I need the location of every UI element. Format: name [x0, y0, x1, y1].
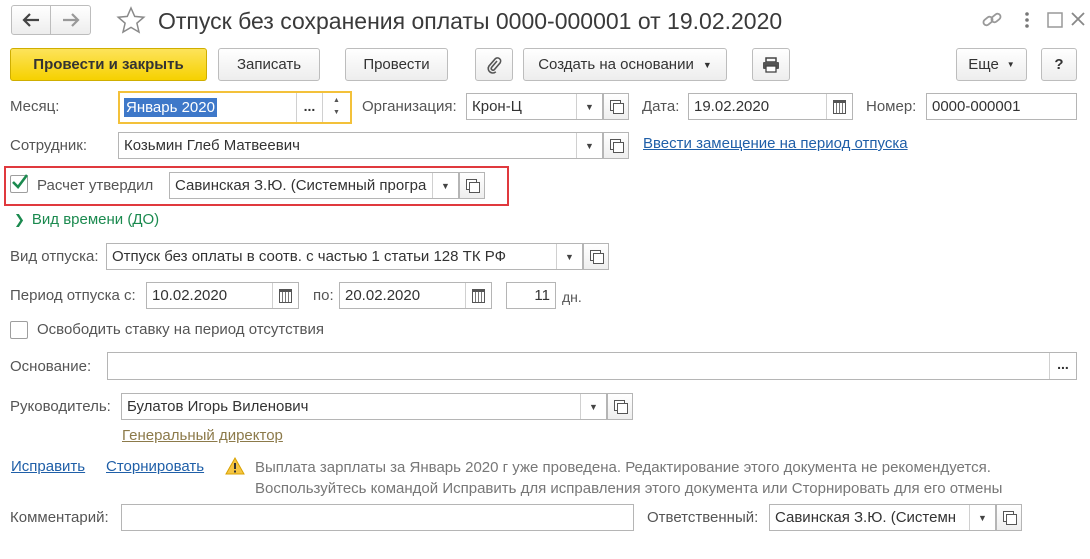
date-value: 19.02.2020: [694, 98, 770, 115]
date-label: Дата:: [642, 98, 680, 115]
approved-by-value: Савинская З.Ю. (Системный програ: [175, 177, 427, 194]
warning-line-2: Воспользуйтесь командой Исправить для ис…: [255, 480, 1003, 497]
date-field[interactable]: 19.02.2020: [688, 93, 853, 120]
chevron-down-icon: ▼: [702, 59, 712, 70]
responsible-open-button[interactable]: [996, 504, 1022, 531]
number-field[interactable]: 0000-000001: [926, 93, 1077, 120]
warning-line-1: Выплата зарплаты за Январь 2020 г уже пр…: [255, 459, 991, 476]
days-value: 11: [534, 287, 550, 304]
month-select-button[interactable]: ...: [296, 93, 322, 122]
chevron-right-icon: ❯: [14, 212, 25, 227]
chevron-down-icon[interactable]: ▼: [969, 505, 995, 530]
release-rate-checkbox[interactable]: [10, 321, 28, 339]
favorite-star-icon[interactable]: [116, 6, 146, 38]
help-button[interactable]: ?: [1041, 48, 1077, 81]
time-type-label: Вид времени (ДО): [31, 211, 160, 228]
approved-checkbox[interactable]: [10, 174, 29, 193]
organization-value: Крон-Ц: [472, 98, 522, 115]
warning-icon: [225, 456, 245, 479]
period-to-label: по:: [313, 287, 334, 304]
post-button[interactable]: Провести: [345, 48, 448, 81]
comment-field[interactable]: [121, 504, 634, 531]
period-from-field[interactable]: 10.02.2020: [146, 282, 299, 309]
month-field[interactable]: Январь 2020 ... ▲ ▼: [118, 91, 352, 124]
arrow-right-icon: [62, 13, 80, 27]
leave-type-label: Вид отпуска:: [10, 248, 99, 265]
period-from-value: 10.02.2020: [152, 287, 228, 304]
create-based-on-label: Создать на основании: [538, 56, 694, 73]
month-spinner[interactable]: ▲ ▼: [322, 93, 350, 122]
calendar-icon[interactable]: [465, 283, 491, 308]
approved-by-field[interactable]: Савинская З.Ю. (Системный програ ▼: [169, 172, 459, 199]
maximize-icon[interactable]: [1047, 12, 1063, 32]
employee-label: Сотрудник:: [10, 137, 88, 154]
comment-label: Комментарий:: [10, 509, 109, 526]
arrow-left-icon: [22, 13, 39, 27]
spinner-up-icon[interactable]: ▲: [323, 95, 350, 107]
spinner-down-icon[interactable]: ▼: [323, 107, 350, 119]
post-and-close-button[interactable]: Провести и закрыть: [10, 48, 207, 81]
organization-label: Организация:: [362, 98, 457, 115]
responsible-value: Савинская З.Ю. (Системн: [775, 509, 957, 526]
employee-field[interactable]: Козьмин Глеб Матвеевич ▼: [118, 132, 603, 159]
month-value[interactable]: Январь 2020: [124, 98, 217, 117]
more-label: Еще: [968, 56, 999, 73]
chevron-down-icon[interactable]: ▼: [576, 133, 602, 158]
print-button[interactable]: [752, 48, 790, 81]
days-field[interactable]: 11: [506, 282, 556, 309]
organization-field[interactable]: Крон-Ц ▼: [466, 93, 603, 120]
calendar-icon[interactable]: [272, 283, 298, 308]
reverse-link[interactable]: Сторнировать: [106, 457, 204, 477]
back-button[interactable]: [11, 5, 51, 35]
chevron-down-icon[interactable]: ▼: [580, 394, 606, 419]
period-to-value: 20.02.2020: [345, 287, 421, 304]
time-type-group-toggle[interactable]: ❯ Вид времени (ДО): [14, 210, 159, 230]
month-label: Месяц:: [10, 98, 60, 115]
manager-value: Булатов Игорь Виленович: [127, 398, 309, 415]
period-to-field[interactable]: 20.02.2020: [339, 282, 492, 309]
attach-button[interactable]: [475, 48, 513, 81]
basis-label: Основание:: [10, 358, 92, 375]
release-rate-label: Освободить ставку на период отсутствия: [37, 321, 324, 338]
number-label: Номер:: [866, 98, 917, 115]
leave-type-open-button[interactable]: [583, 243, 609, 270]
period-label: Период отпуска с:: [10, 287, 136, 304]
fix-link[interactable]: Исправить: [11, 457, 85, 477]
calendar-icon[interactable]: [826, 94, 852, 119]
page-title: Отпуск без сохранения оплаты 0000-000001…: [158, 8, 783, 34]
forward-button[interactable]: [50, 5, 91, 35]
checkmark-icon: [12, 174, 29, 189]
chevron-down-icon[interactable]: ▼: [556, 244, 582, 269]
responsible-label: Ответственный:: [647, 509, 759, 526]
basis-select-button[interactable]: ...: [1049, 353, 1076, 379]
link-icon[interactable]: [981, 10, 1003, 34]
more-actions-icon[interactable]: [1024, 11, 1030, 33]
warning-text: Выплата зарплаты за Январь 2020 г уже пр…: [255, 457, 1002, 499]
leave-type-value: Отпуск без оплаты в соотв. с частью 1 ст…: [112, 248, 506, 265]
leave-type-field[interactable]: Отпуск без оплаты в соотв. с частью 1 ст…: [106, 243, 583, 270]
organization-open-button[interactable]: [603, 93, 629, 120]
more-button[interactable]: Еще ▼: [956, 48, 1027, 81]
printer-icon: [763, 56, 779, 73]
responsible-field[interactable]: Савинская З.Ю. (Системн ▼: [769, 504, 996, 531]
manager-position-link[interactable]: Генеральный директор: [122, 426, 283, 446]
manager-label: Руководитель:: [10, 398, 111, 415]
days-unit-label: дн.: [562, 289, 582, 305]
enter-replacement-link[interactable]: Ввести замещение на период отпуска: [643, 134, 908, 154]
approved-label: Расчет утвердил: [37, 177, 154, 194]
manager-field[interactable]: Булатов Игорь Виленович ▼: [121, 393, 607, 420]
create-based-on-button[interactable]: Создать на основании ▼: [523, 48, 727, 81]
employee-value: Козьмин Глеб Матвеевич: [124, 137, 300, 154]
chevron-down-icon: ▼: [1006, 60, 1015, 69]
manager-open-button[interactable]: [607, 393, 633, 420]
paperclip-icon: [487, 56, 502, 74]
approved-by-open-button[interactable]: [459, 172, 485, 199]
employee-open-button[interactable]: [603, 132, 629, 159]
chevron-down-icon[interactable]: ▼: [576, 94, 602, 119]
chevron-down-icon[interactable]: ▼: [432, 173, 458, 198]
number-value: 0000-000001: [932, 98, 1021, 115]
basis-field[interactable]: ...: [107, 352, 1077, 380]
save-button[interactable]: Записать: [218, 48, 320, 81]
close-icon[interactable]: [1071, 11, 1085, 31]
